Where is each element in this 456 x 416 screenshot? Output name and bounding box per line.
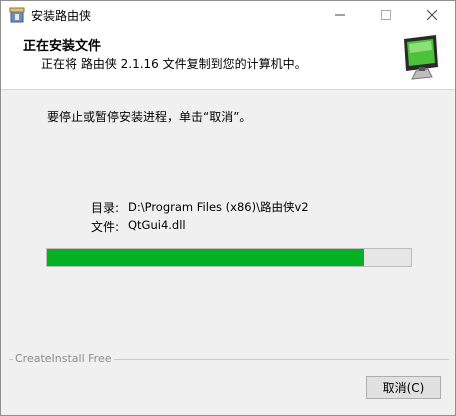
progress-bar xyxy=(46,248,412,267)
header-subtitle: 正在将 路由侠 2.1.16 文件复制到您的计算机中。 xyxy=(41,57,307,71)
computer-monitor-icon xyxy=(404,35,438,80)
installer-box-icon xyxy=(9,7,25,23)
cancel-button[interactable]: 取消(C) xyxy=(366,376,441,399)
instruction-message: 要停止或暂停安装进程，单击“取消”。 xyxy=(47,110,252,124)
header-panel: 正在安装文件 正在将 路由侠 2.1.16 文件复制到您的计算机中。 xyxy=(1,29,455,90)
minimize-icon xyxy=(335,14,345,16)
directory-label: 目录: xyxy=(91,201,120,215)
close-icon xyxy=(427,10,437,20)
installer-window: 安装路由侠 正在安装文件 正在将 路由侠 2.1.16 文件复制到您的计算机中。… xyxy=(0,0,456,416)
maximize-button[interactable] xyxy=(363,1,409,29)
directory-value: D:\Program Files (x86)\路由侠v2 xyxy=(128,200,309,214)
header-title: 正在安装文件 xyxy=(23,39,102,54)
progress-fill xyxy=(47,249,364,266)
close-button[interactable] xyxy=(409,1,455,29)
file-label: 文件: xyxy=(91,220,120,234)
file-value: QtGui4.dll xyxy=(128,218,186,232)
minimize-button[interactable] xyxy=(317,1,363,29)
maximize-icon xyxy=(381,10,391,20)
brand-label: CreateInstall Free xyxy=(13,352,114,365)
title-bar: 安装路由侠 xyxy=(1,1,455,29)
window-title: 安装路由侠 xyxy=(31,9,92,23)
